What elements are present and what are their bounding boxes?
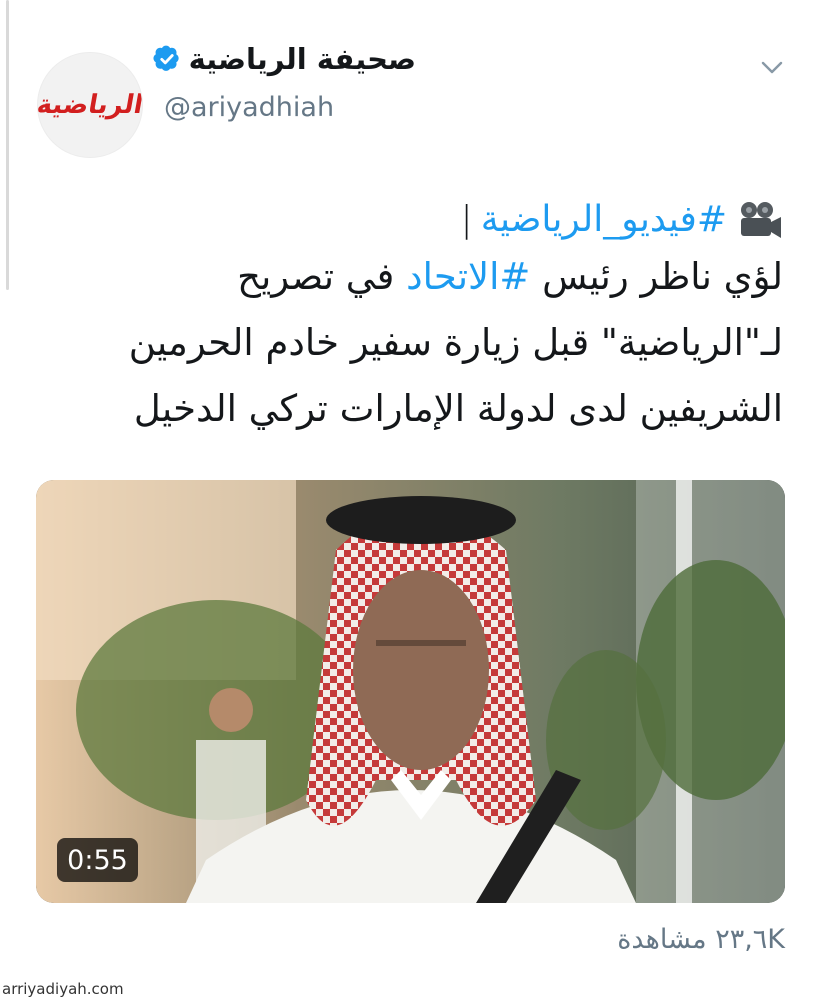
tweet-text: #فيديو_الرياضية | لؤي ناظر رئيس #الاتحاد… — [63, 196, 783, 442]
movie-camera-icon — [741, 202, 781, 238]
scroll-indicator[interactable] — [6, 0, 9, 290]
verified-badge-icon — [153, 45, 179, 71]
view-count: ٢٣,٦K مشاهدة — [617, 924, 785, 955]
avatar-logo: الرياضية — [37, 90, 143, 120]
tweet-line-1-start: لؤي ناظر رئيس — [530, 255, 783, 298]
author-block: صحيفة الرياضية — [153, 42, 416, 76]
author-name-row: صحيفة الرياضية — [153, 42, 416, 76]
author-handle[interactable]: @ariyadhiah — [164, 92, 334, 123]
hashtag-link[interactable]: #فيديو_الرياضية — [481, 196, 727, 244]
tweet-line-3: الشريفين لدى لدولة الإمارات تركي الدخيل — [133, 387, 783, 430]
avatar[interactable]: الرياضية — [37, 52, 143, 158]
chevron-down-icon[interactable] — [758, 56, 786, 80]
video-player[interactable] — [36, 480, 785, 903]
tweet-line-1: لؤي ناظر رئيس #الاتحاد في تصريح — [63, 244, 783, 310]
tweet-line-1-end: في تصريح — [237, 255, 407, 298]
text-caret: | — [460, 199, 473, 240]
tweet-hashtag-line: #فيديو_الرياضية | — [63, 196, 783, 244]
tweet-line-2: لـ"الرياضية" قبل زيارة سفير خادم الحرمين — [128, 321, 783, 364]
watermark: arriyadiyah.com — [2, 980, 124, 998]
author-name[interactable]: صحيفة الرياضية — [189, 42, 416, 76]
video-thumbnail — [36, 480, 785, 903]
video-duration-badge: 0:55 — [57, 838, 138, 882]
hashtag-ittihad-link[interactable]: #الاتحاد — [406, 255, 530, 298]
